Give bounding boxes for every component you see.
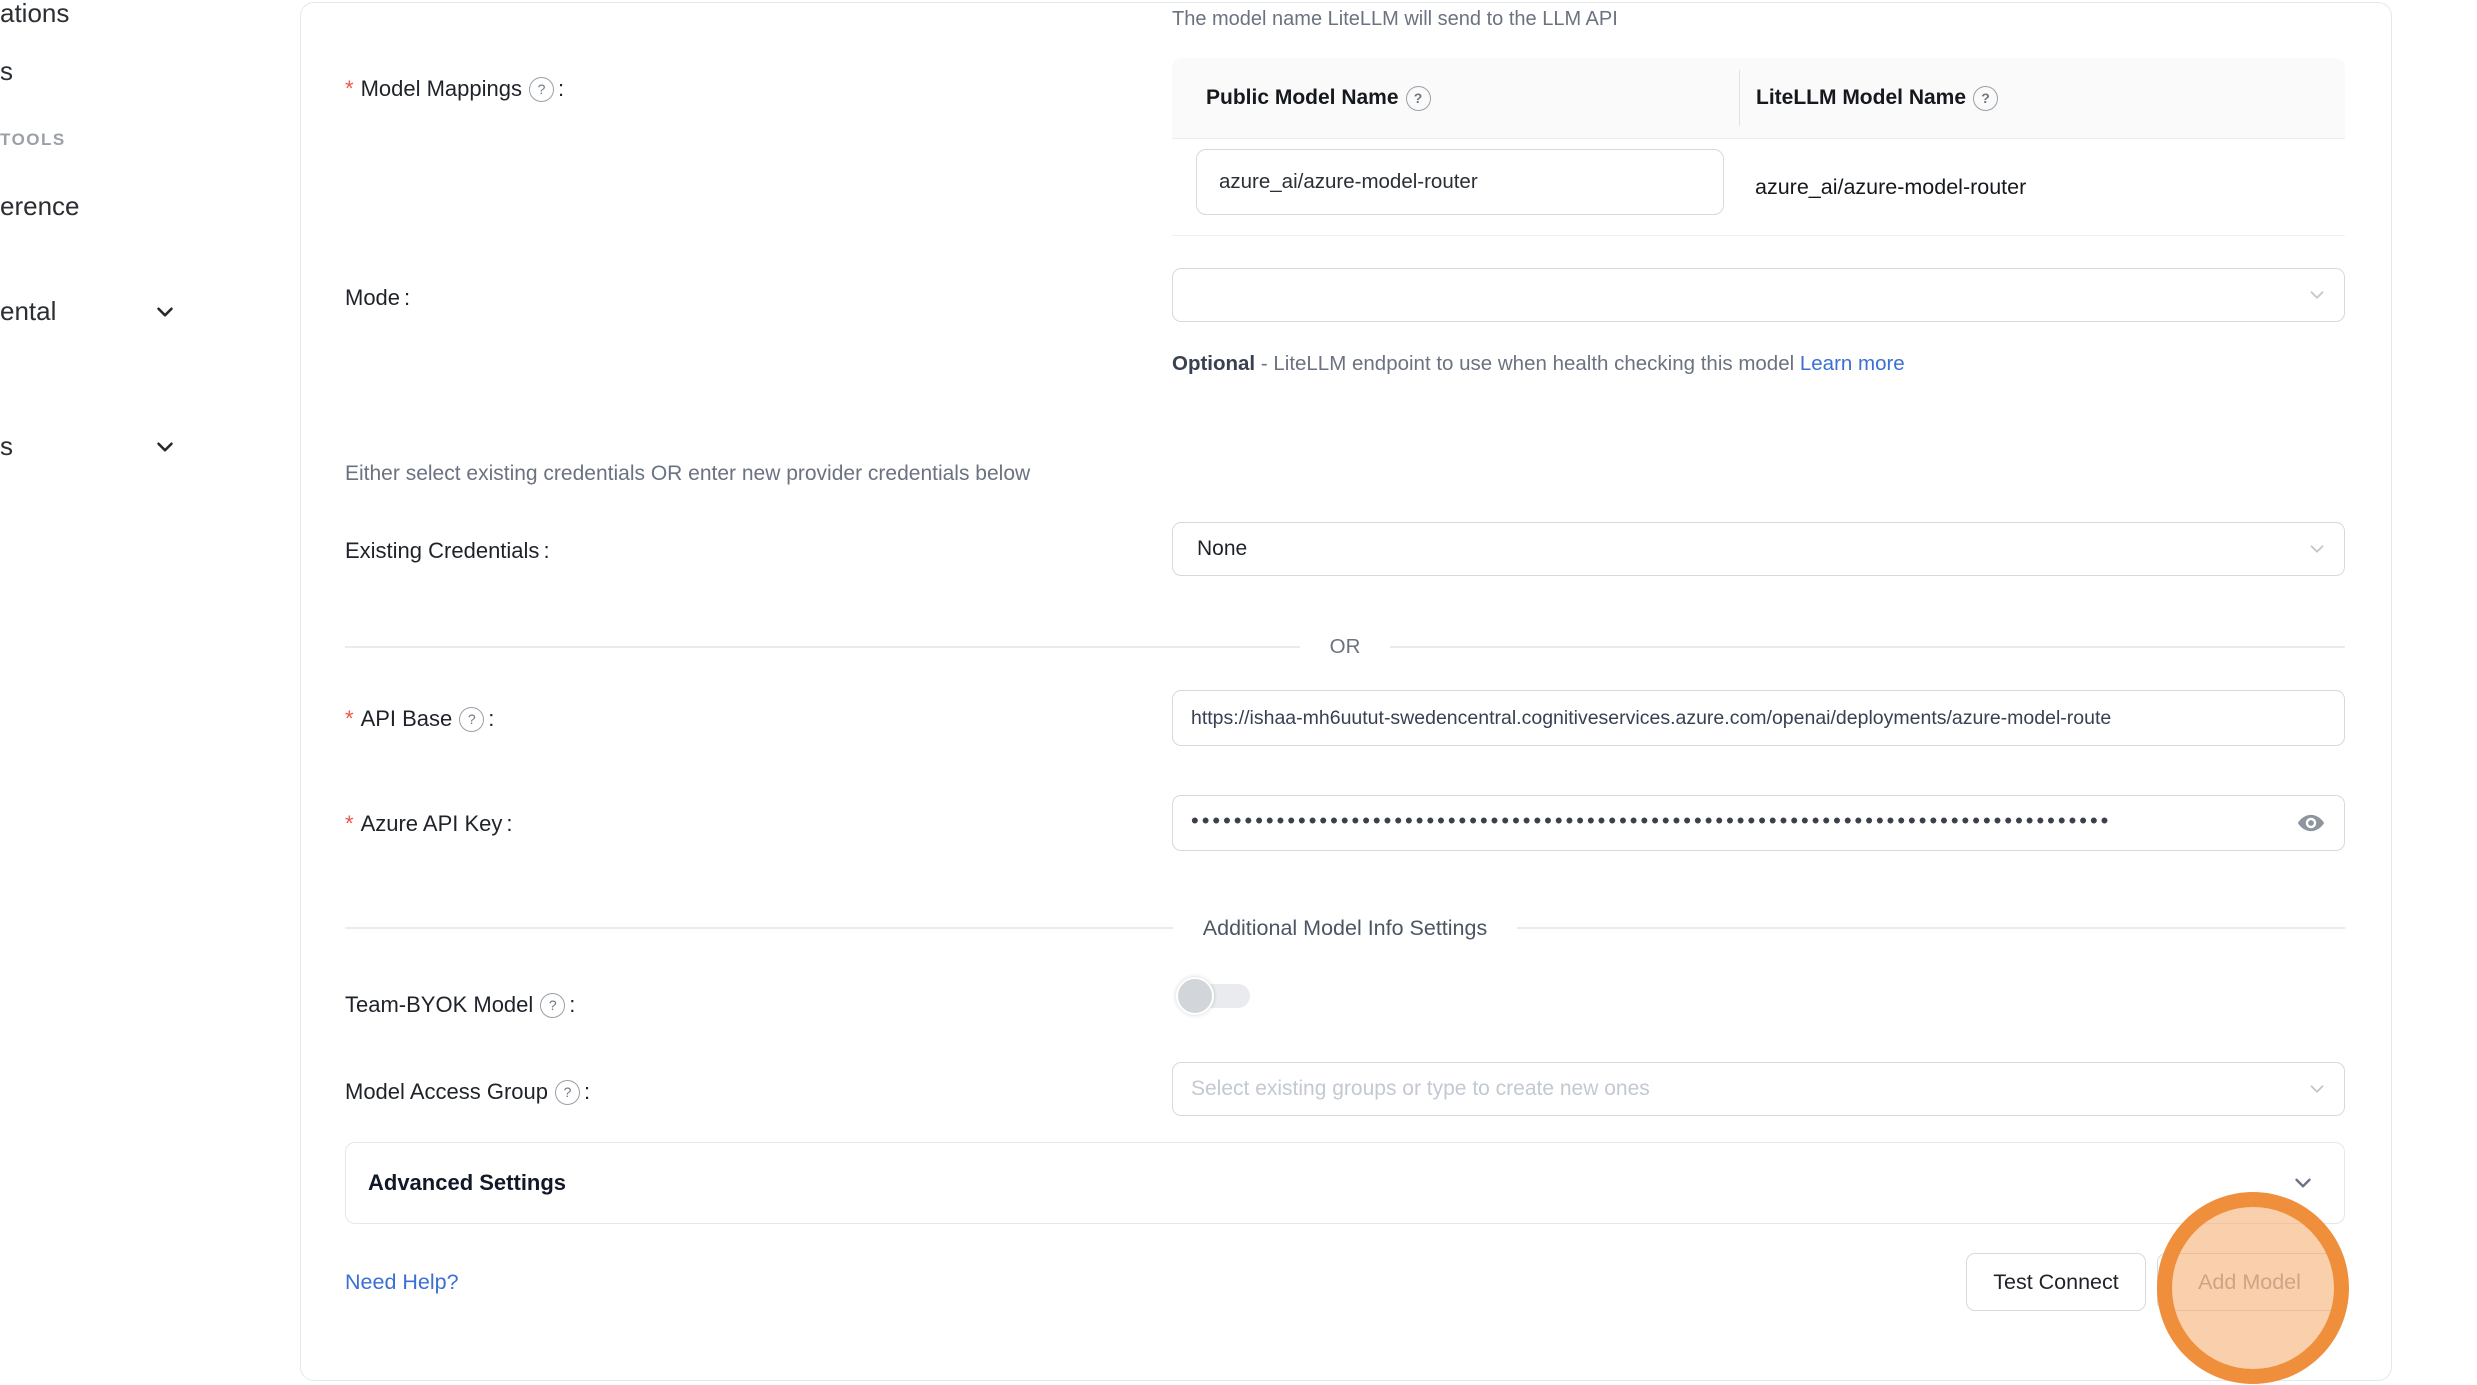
toggle-knob <box>1176 977 1214 1015</box>
api-base-input[interactable] <box>1191 707 2326 730</box>
additional-settings-divider: Additional Model Info Settings <box>345 914 2345 942</box>
sidebar-item-label: ations <box>0 0 69 29</box>
existing-credentials-select[interactable]: None <box>1172 522 2345 576</box>
api-base-label: * API Base ? : <box>345 706 494 732</box>
model-access-group-label: Model Access Group ? : <box>345 1079 590 1105</box>
sidebar-section-label: TOOLS <box>0 130 66 149</box>
sidebar-item-label: erence <box>0 191 80 222</box>
public-model-name-input-wrap <box>1196 149 1724 215</box>
chevron-down-icon <box>152 299 178 325</box>
column-header-litellm-model-name: LiteLLM Model Name ? <box>1739 70 2345 126</box>
team-byok-toggle[interactable] <box>1176 976 1254 1014</box>
advanced-settings-panel[interactable]: Advanced Settings <box>345 1142 2345 1224</box>
chevron-down-icon <box>2306 538 2328 560</box>
chevron-down-icon <box>152 434 178 460</box>
required-asterisk: * <box>345 76 354 102</box>
sidebar-item-label: s <box>0 56 13 87</box>
sidebar-item-truncated-1[interactable]: ations <box>0 0 69 29</box>
add-model-button[interactable]: Add Model <box>2157 1253 2342 1311</box>
model-mappings-table-header: Public Model Name ? LiteLLM Model Name ? <box>1172 58 2345 139</box>
azure-api-key-input[interactable]: ••••••••••••••••••••••••••••••••••••••••… <box>1172 795 2345 851</box>
mode-label: Mode : <box>345 285 410 311</box>
sidebar-item-experimental[interactable]: ental <box>0 296 178 327</box>
existing-credentials-label: Existing Credentials : <box>345 538 550 564</box>
sidebar-item-label: s <box>0 431 13 462</box>
model-access-group-select[interactable]: Select existing groups or type to create… <box>1172 1062 2345 1116</box>
required-asterisk: * <box>345 811 354 837</box>
learn-more-link[interactable]: Learn more <box>1800 352 1905 375</box>
chevron-down-icon <box>2306 284 2328 306</box>
divider-line <box>1517 927 2345 929</box>
help-icon[interactable]: ? <box>459 707 484 732</box>
divider-line <box>345 646 1300 648</box>
advanced-settings-title: Advanced Settings <box>368 1170 2290 1196</box>
model-mappings-table: Public Model Name ? LiteLLM Model Name ?… <box>1172 58 2345 236</box>
test-connect-button[interactable]: Test Connect <box>1966 1253 2146 1311</box>
column-header-public-model-name: Public Model Name ? <box>1172 86 1739 111</box>
sidebar-item-label: ental <box>0 296 56 327</box>
sidebar-item-truncated-4[interactable]: s <box>0 431 178 462</box>
sidebar-item-truncated-3[interactable]: erence <box>0 191 80 222</box>
need-help-link[interactable]: Need Help? <box>345 1270 459 1295</box>
chevron-down-icon <box>2290 1170 2316 1196</box>
help-icon[interactable]: ? <box>1406 86 1431 111</box>
team-byok-label: Team-BYOK Model ? : <box>345 992 575 1018</box>
azure-api-key-label: * Azure API Key : <box>345 811 513 837</box>
help-icon[interactable]: ? <box>555 1080 580 1105</box>
api-base-input-wrap <box>1172 690 2345 746</box>
help-icon[interactable]: ? <box>529 77 554 102</box>
mode-select[interactable] <box>1172 268 2345 322</box>
credentials-hint: Either select existing credentials OR en… <box>345 462 1030 486</box>
model-access-group-placeholder: Select existing groups or type to create… <box>1191 1077 1650 1101</box>
mode-optional-note: Optional - LiteLLM endpoint to use when … <box>1172 344 1962 383</box>
table-row: azure_ai/azure-model-router <box>1172 139 2345 236</box>
masked-password-value: ••••••••••••••••••••••••••••••••••••••••… <box>1191 810 2111 832</box>
divider-line <box>345 927 1173 929</box>
sidebar-item-truncated-2[interactable]: s <box>0 56 13 87</box>
chevron-down-icon <box>2306 1078 2328 1100</box>
or-divider: OR <box>345 633 2345 661</box>
help-icon[interactable]: ? <box>1973 86 1998 111</box>
model-mappings-label: * Model Mappings ? : <box>345 76 564 102</box>
sidebar-section-tools: TOOLS <box>0 130 66 150</box>
existing-credentials-value: None <box>1197 537 1247 561</box>
divider-line <box>1390 646 2345 648</box>
eye-icon[interactable] <box>2296 808 2326 838</box>
litellm-model-name-value: azure_ai/azure-model-router <box>1755 139 2026 235</box>
required-asterisk: * <box>345 706 354 732</box>
public-model-name-input[interactable] <box>1217 169 1703 195</box>
help-icon[interactable]: ? <box>540 993 565 1018</box>
model-name-hint: The model name LiteLLM will send to the … <box>1172 8 1618 31</box>
